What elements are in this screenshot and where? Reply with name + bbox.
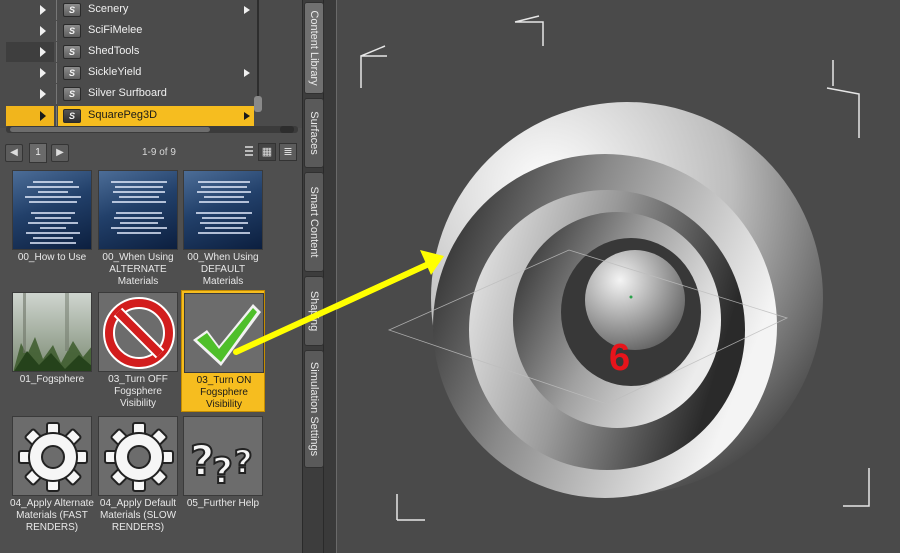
annotation-arrow-full (233, 250, 444, 355)
